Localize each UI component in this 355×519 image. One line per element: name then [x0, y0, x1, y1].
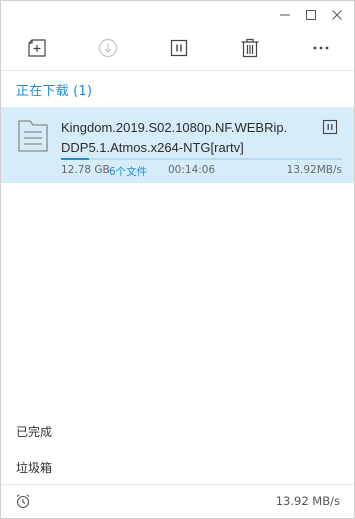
- minimize-icon[interactable]: [272, 5, 298, 25]
- status-bar: 13.92 MB/s: [1, 485, 354, 518]
- start-button[interactable]: [91, 31, 125, 65]
- pause-icon: [322, 119, 338, 135]
- task-time-left: 00:14:06: [168, 164, 216, 176]
- toolbar-divider: [1, 70, 354, 71]
- downloading-section-title[interactable]: 正在下载 (1): [16, 80, 92, 99]
- maximize-icon[interactable]: [298, 5, 324, 25]
- task-speed: 13.92MB/s: [286, 164, 342, 176]
- task-meta: 12.78 GB 6个文件 00:14:06 13.92MB/s: [61, 164, 342, 178]
- download-arrow-icon: [98, 38, 118, 58]
- task-name-line1: Kingdom.2019.S02.1080p.NF.WEBRip.: [61, 120, 288, 135]
- folder-icon: [18, 120, 48, 152]
- task-name-line2: DDP5.1.Atmos.x264-NTG[rartv]: [61, 140, 244, 155]
- toolbar: [1, 31, 354, 69]
- trash-section[interactable]: 垃圾箱: [16, 459, 52, 476]
- total-speed: 13.92 MB/s: [275, 494, 340, 508]
- new-task-button[interactable]: [20, 31, 54, 65]
- completed-section[interactable]: 已完成: [16, 423, 52, 440]
- download-manager-window: 正在下载 (1) Kingdom.2019.S02.1080p.NF.WEBRi…: [0, 0, 355, 519]
- more-dots-icon: [313, 46, 329, 50]
- task-files-link[interactable]: 6个文件: [109, 164, 147, 179]
- close-icon[interactable]: [324, 5, 350, 25]
- more-button[interactable]: [304, 31, 338, 65]
- task-name: Kingdom.2019.S02.1080p.NF.WEBRip. DDP5.1…: [61, 118, 311, 158]
- delete-button[interactable]: [233, 31, 267, 65]
- download-task-row[interactable]: Kingdom.2019.S02.1080p.NF.WEBRip. DDP5.1…: [1, 107, 354, 183]
- pause-button[interactable]: [162, 31, 196, 65]
- task-size: 12.78 GB: [61, 164, 110, 176]
- window-controls: [272, 5, 350, 25]
- task-pause-button[interactable]: [322, 119, 338, 139]
- alarm-clock-icon[interactable]: [15, 493, 31, 509]
- pause-icon: [170, 39, 188, 57]
- task-progress-bar: [61, 158, 342, 160]
- trash-icon: [241, 38, 259, 58]
- new-task-icon: [28, 39, 46, 57]
- task-progress-fill: [61, 158, 90, 160]
